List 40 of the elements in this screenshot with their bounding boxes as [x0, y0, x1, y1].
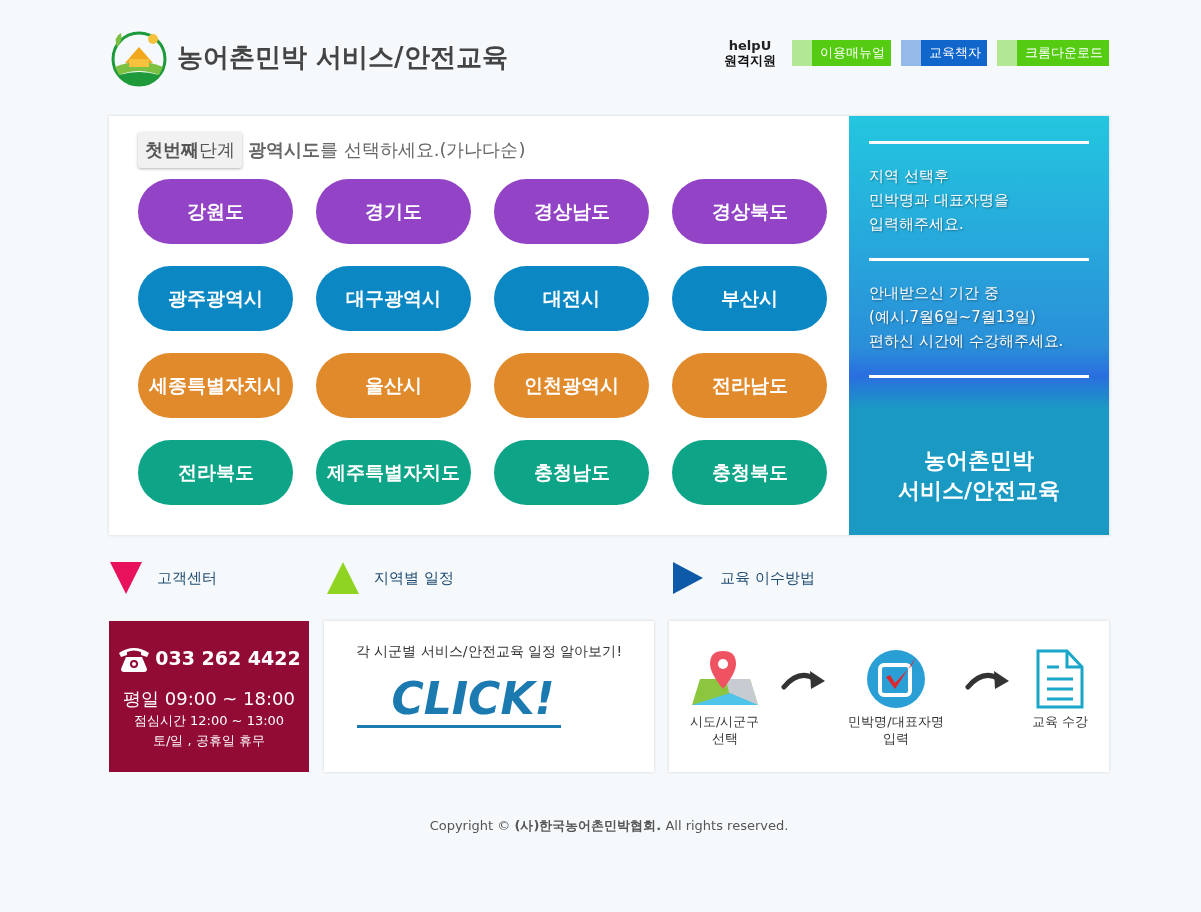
region-button[interactable]: 인천광역시 — [494, 353, 649, 418]
header-link[interactable]: 교육책자 — [901, 40, 987, 66]
header-link[interactable]: 크롬다운로드 — [997, 40, 1109, 66]
region-button[interactable]: 충청남도 — [494, 440, 649, 505]
closed-days: 토/일 , 공휴일 휴무 — [109, 731, 309, 751]
region-button[interactable]: 세종특별자치시 — [138, 353, 293, 418]
region-button[interactable]: 대전시 — [494, 266, 649, 331]
region-button[interactable]: 전라북도 — [138, 440, 293, 505]
weekday-hours: 평일 09:00 ~ 18:00 — [122, 687, 296, 711]
step-label: 민박명/대표자명 입력 — [848, 713, 944, 747]
helpu-brand[interactable]: helpU — [728, 38, 772, 53]
header-link[interactable]: 이용매뉴얼 — [792, 40, 891, 66]
site-title: 농어촌민박 서비스/안전교육 — [177, 40, 508, 74]
region-button[interactable]: 제주특별자치도 — [316, 440, 471, 505]
section-heading: 고객센터 — [157, 568, 217, 588]
phone-number: 033 262 4422 — [155, 647, 301, 669]
section-heading: 지역별 일정 — [374, 568, 454, 588]
click-link[interactable]: CLICK! — [357, 673, 561, 728]
region-button[interactable]: 부산시 — [672, 266, 827, 331]
guide-text: 지역 선택후 민박명과 대표자명을 입력해주세요. — [869, 166, 1010, 235]
guide-text: 안내받으신 기간 중 (예시.7월6일~7월13일) 편하신 시간에 수강해주세요. — [869, 283, 1065, 352]
step-label: 교육 수강 — [1032, 713, 1089, 730]
region-button[interactable]: 대구광역시 — [316, 266, 471, 331]
region-button[interactable]: 전라남도 — [672, 353, 827, 418]
remote-support-link[interactable]: 원격지원 — [724, 53, 776, 68]
region-button[interactable]: 광주광역시 — [138, 266, 293, 331]
region-button[interactable]: 경상남도 — [494, 179, 649, 244]
step-label: 시도/시군구 선택 — [689, 713, 760, 747]
region-button[interactable]: 강원도 — [138, 179, 293, 244]
step-badge: 첫번째단계 — [138, 132, 242, 168]
region-button[interactable]: 충청북도 — [672, 440, 827, 505]
step-instruction: 광역시도를 선택하세요.(가나다순) — [248, 138, 526, 162]
region-button[interactable]: 경상북도 — [672, 179, 827, 244]
schedule-caption: 각 시군별 서비스/안전교육 일정 알아보기! — [355, 643, 623, 661]
lunch-hours: 점심시간 12:00 ~ 13:00 — [132, 712, 286, 730]
copyright-text: Copyright © (사)한국농어촌민박협회. All rights reserved. — [428, 817, 790, 835]
guide-title: 농어촌민박 서비스/안전교육 — [896, 447, 1061, 505]
section-heading: 교육 이수방법 — [720, 568, 815, 588]
region-button[interactable]: 울산시 — [316, 353, 471, 418]
region-button[interactable]: 경기도 — [316, 179, 471, 244]
